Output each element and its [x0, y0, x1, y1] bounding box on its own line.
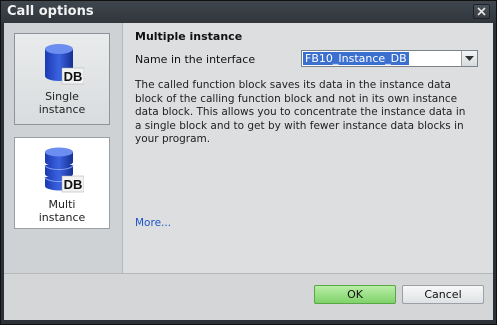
multi-instance-option[interactable]: DB Multi instance — [14, 137, 110, 229]
single-instance-option[interactable]: DB Single instance — [14, 33, 110, 125]
more-info-link[interactable]: More... — [135, 217, 171, 229]
multi-instance-label-line1: Multi — [48, 198, 76, 211]
dropdown-button[interactable] — [461, 51, 477, 66]
single-instance-label-line1: Single — [45, 90, 79, 103]
interface-name-value: FB10_Instance_DB — [303, 52, 409, 65]
svg-text:DB: DB — [64, 177, 83, 192]
svg-text:DB: DB — [64, 69, 83, 84]
close-icon — [477, 7, 486, 16]
cancel-button[interactable]: Cancel — [402, 285, 484, 304]
chevron-down-icon — [465, 56, 474, 61]
multi-instance-label-line2: instance — [38, 211, 86, 224]
title-bar[interactable]: Call options — [1, 1, 496, 23]
section-heading: Multiple instance — [135, 30, 243, 43]
single-instance-label-line2: instance — [38, 103, 86, 116]
close-button[interactable] — [473, 4, 490, 19]
database-icon: DB — [45, 44, 84, 85]
dialog-title: Call options — [7, 4, 94, 19]
description-text: The called function block saves its data… — [135, 79, 466, 145]
interface-name-label: Name in the interface — [135, 53, 256, 66]
instance-type-list: DB Single instance DB Multi instance — [4, 23, 123, 273]
dialog-content: DB Single instance DB Multi instance Mul… — [4, 23, 493, 320]
dialog-button-bar: OK Cancel — [4, 273, 493, 320]
interface-name-select[interactable]: FB10_Instance_DB — [301, 50, 478, 67]
call-options-dialog: Call options DB Single instance DB Multi… — [0, 0, 497, 325]
instance-details-panel: Multiple instance Name in the interface … — [123, 23, 493, 273]
ok-button[interactable]: OK — [314, 285, 396, 304]
database-stack-icon: DB — [44, 147, 84, 193]
